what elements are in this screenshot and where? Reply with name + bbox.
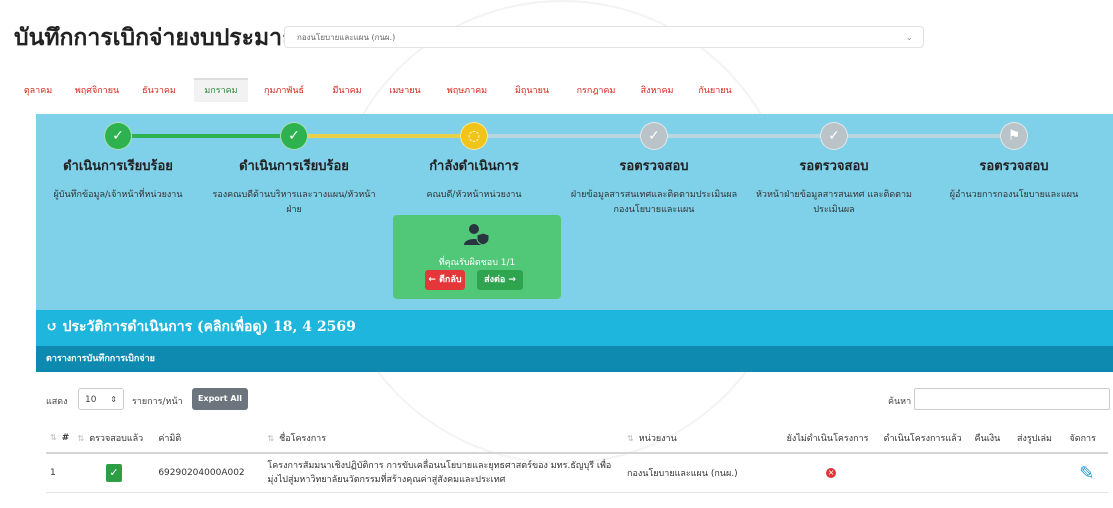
approval-workflow-panel: ✓ ดำเนินการเรียบร้อย ผู้บันทึกข้อมูล/เจ้…: [36, 114, 1113, 310]
per-page-label: รายการ/หน้า: [132, 397, 183, 407]
step-description: ผู้อำนวยการกองนโยบายและแผน: [949, 190, 1079, 200]
user-shield-icon: [393, 223, 561, 253]
table-header-row: ⇅ # ⇅ ตรวจสอบแล้ว ค่ามิติ ⇅ ชื่อโครงการ ⇅ หน…: [46, 424, 1108, 454]
col-header-unit[interactable]: ⇅ หน่วยงาน: [623, 424, 783, 454]
table-row[interactable]: 1 ✓ 69290204000A002 โครงการสัมมนาเชิงปฏิ…: [46, 453, 1108, 493]
not-started-cell: ×: [782, 453, 880, 493]
tab-month-may[interactable]: พฤษภาคม: [436, 80, 498, 102]
check-circle-icon: ✓: [280, 122, 308, 150]
tab-month-jun[interactable]: มิถุนายน: [502, 80, 562, 102]
step-status: ดำเนินการเรียบร้อย: [63, 159, 173, 174]
sort-icon: ⇅: [627, 434, 634, 443]
page-size-select[interactable]: 10 ⇕: [78, 388, 124, 410]
check-circle-icon: ✓: [820, 122, 848, 150]
step-description: ผู้บันทึกข้อมูล/เจ้าหน้าที่หน่วยงาน: [53, 190, 183, 200]
tab-month-oct[interactable]: ตุลาคม: [14, 80, 62, 102]
workflow-step-5: ✓ รอตรวจสอบ หัวหน้าฝ่ายข้อมูลสารสนเทศ แล…: [742, 122, 926, 218]
col-header-not-started[interactable]: ยังไม่ดำเนินโครงการ: [782, 424, 880, 454]
page-title: บันทึกการเบิกจ่ายงบประมาณ: [14, 25, 304, 51]
chevron-down-icon: ⌄: [905, 33, 913, 43]
table-controls: แสดง 10 ⇕ รายการ/หน้า Export All ค้นหา :: [46, 388, 1110, 412]
checked-cell: ✓: [73, 453, 155, 493]
report-cell: [1012, 453, 1066, 493]
step-description: ฝ่ายข้อมูลสารสนเทศและติดตามประเมินผล กอง…: [570, 190, 738, 215]
step-description: รองคณบดีด้านบริหารและวางแผน/หัวหน้าฝ่าย: [212, 190, 376, 215]
x-circle-icon: ×: [826, 468, 837, 478]
page-header: บันทึกการเบิกจ่ายงบประมาณ กองนโยบายและแผ…: [14, 20, 1104, 56]
history-toggle-bar[interactable]: ↺ ประวัติการดำเนินการ (คลิกเพื่อดู) 18, …: [36, 310, 1113, 346]
check-circle-icon: ✓: [640, 122, 668, 150]
spinner-icon: ◌: [460, 122, 488, 150]
tab-month-apr[interactable]: เมษายน: [378, 80, 432, 102]
export-all-button[interactable]: Export All: [192, 388, 248, 410]
manage-cell: ✎: [1065, 453, 1108, 493]
workflow-step-4: ✓ รอตรวจสอบ ฝ่ายข้อมูลสารสนเทศและติดตามป…: [562, 122, 746, 218]
col-header-code[interactable]: ค่ามิติ: [154, 424, 264, 454]
tab-month-feb[interactable]: กุมภาพันธ์: [252, 80, 316, 102]
tab-month-jul[interactable]: กรกฎาคม: [566, 80, 626, 102]
forward-button[interactable]: ส่งต่อ →: [477, 270, 523, 290]
clipboard-check-icon: ✓: [105, 464, 122, 482]
page-size-value: 10: [85, 395, 97, 405]
flag-icon: ⚑: [1000, 122, 1028, 150]
sort-icon: ⇅: [50, 433, 57, 442]
step-status: กำลังดำเนินการ: [429, 159, 519, 174]
sort-icon: ⇅: [267, 434, 275, 443]
responsible-action-card: ที่คุณรับผิดชอบ 1/1 ← ตีกลับ ส่งต่อ →: [393, 215, 561, 299]
step-description: คณบดี/หัวหน้าหน่วยงาน: [426, 190, 522, 200]
workflow-step-2: ✓ ดำเนินการเรียบร้อย รองคณบดีด้านบริหารแ…: [202, 122, 386, 218]
send-back-button[interactable]: ← ตีกลับ: [425, 270, 465, 290]
col-header-number[interactable]: ⇅ #: [46, 424, 74, 454]
updown-icon: ⇕: [110, 395, 117, 404]
workflow-step-6: ⚑ รอตรวจสอบ ผู้อำนวยการกองนโยบายและแผน: [922, 122, 1106, 203]
refund-cell: [970, 453, 1013, 493]
col-header-manage[interactable]: จัดการ: [1065, 424, 1108, 454]
step-status: ดำเนินการเรียบร้อย: [239, 159, 349, 174]
row-code: 69290204000A002: [154, 453, 264, 493]
row-project-name: โครงการสัมมนาเชิงปฏิบัติการ การขับเคลื่อ…: [263, 453, 624, 493]
row-number: 1: [46, 453, 74, 493]
workflow-step-3: ◌ กำลังดำเนินการ คณบดี/หัวหน้าหน่วยงาน: [382, 122, 566, 203]
workflow-step-1: ✓ ดำเนินการเรียบร้อย ผู้บันทึกข้อมูล/เจ้…: [26, 122, 210, 203]
search-label: ค้นหา :: [888, 397, 918, 407]
sort-icon: ⇅: [77, 434, 85, 443]
col-header-done[interactable]: ดำเนินโครงการแล้ว: [879, 424, 971, 454]
responsible-count: ที่คุณรับผิดชอบ 1/1: [438, 258, 516, 268]
col-header-refund[interactable]: คืนเงิน: [970, 424, 1013, 454]
show-label: แสดง: [46, 397, 68, 407]
tab-month-mar[interactable]: มีนาคม: [320, 80, 374, 102]
table-title-bar: ตารางการบันทึกการเบิกจ่าย: [36, 346, 1113, 372]
department-select[interactable]: กองนโยบายและแผน (กนผ.) ⌄: [284, 26, 924, 48]
col-header-report[interactable]: ส่งรูปเล่ม: [1012, 424, 1066, 454]
tab-month-jan[interactable]: มกราคม: [194, 78, 248, 102]
step-status: รอตรวจสอบ: [619, 159, 689, 174]
col-header-checked[interactable]: ⇅ ตรวจสอบแล้ว: [73, 424, 155, 454]
step-description: หัวหน้าฝ่ายข้อมูลสารสนเทศ และติดตามประเม…: [755, 190, 912, 215]
tab-month-nov[interactable]: พฤศจิกายน: [66, 80, 128, 102]
done-cell: [879, 453, 971, 493]
tab-month-dec[interactable]: ธันวาคม: [132, 80, 186, 102]
edit-icon[interactable]: ✎: [1069, 463, 1104, 484]
history-icon: ↺: [46, 319, 63, 335]
col-header-project[interactable]: ⇅ ชื่อโครงการ: [263, 424, 624, 454]
step-status: รอตรวจสอบ: [979, 159, 1049, 174]
history-label: ประวัติการดำเนินการ (คลิกเพื่อดู) 18, 4 …: [62, 319, 356, 335]
search-input[interactable]: [914, 388, 1110, 410]
disbursement-table: ⇅ # ⇅ ตรวจสอบแล้ว ค่ามิติ ⇅ ชื่อโครงการ ⇅ หน…: [46, 424, 1108, 493]
row-unit: กองนโยบายและแผน (กนผ.): [623, 453, 783, 493]
tab-month-sep[interactable]: กันยายน: [688, 80, 742, 102]
step-status: รอตรวจสอบ: [799, 159, 869, 174]
department-select-value: กองนโยบายและแผน (กนผ.): [297, 33, 396, 42]
check-circle-icon: ✓: [104, 122, 132, 150]
tab-month-aug[interactable]: สิงหาคม: [630, 80, 684, 102]
